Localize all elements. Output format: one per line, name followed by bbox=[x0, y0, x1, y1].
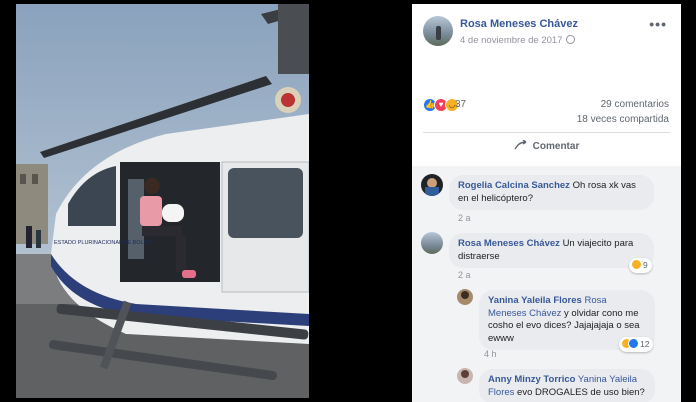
comment-button[interactable]: Comentar bbox=[412, 140, 681, 152]
like-icon bbox=[628, 338, 639, 349]
post-date-text[interactable]: 4 de noviembre de 2017 bbox=[460, 35, 562, 46]
comment-reactions[interactable]: 9 bbox=[629, 258, 652, 273]
comment-button-label: Comentar bbox=[532, 141, 580, 152]
comments-count[interactable]: 29 comentarios bbox=[601, 99, 669, 110]
comment-text: evo DROGALES de uso bien? bbox=[517, 386, 645, 398]
lightbox: ESTADO PLURINACIONAL DE BOLIVIA Rosa Men… bbox=[0, 0, 696, 402]
reactions-count[interactable]: 37 bbox=[455, 99, 466, 110]
comments-section: Rogelia Calcina Sanchez Oh rosa xk vas e… bbox=[412, 166, 681, 402]
haha-icon bbox=[631, 259, 642, 270]
comment-reactions[interactable]: 12 bbox=[619, 337, 654, 352]
post-photo[interactable]: ESTADO PLURINACIONAL DE BOLIVIA bbox=[16, 4, 309, 398]
comment-bubble: Rosa Meneses Chávez Un viajecito para di… bbox=[449, 233, 654, 268]
avatar[interactable] bbox=[421, 232, 443, 254]
author-avatar[interactable] bbox=[423, 16, 453, 46]
helicopter-photo: ESTADO PLURINACIONAL DE BOLIVIA bbox=[16, 4, 309, 398]
post-stats: 👍 ♥ ◡ 37 29 comentarios 18 veces compart… bbox=[412, 96, 681, 126]
comment-bubble: Anny Minzy Torrico Yanina Yaleila Flores… bbox=[479, 369, 655, 402]
comment-author[interactable]: Rosa Meneses Chávez bbox=[458, 238, 560, 249]
post-sidebar: Rosa Meneses Chávez 4 de noviembre de 20… bbox=[412, 4, 681, 402]
comment-author[interactable]: Anny Minzy Torrico bbox=[488, 374, 575, 385]
comment-bubble: Rogelia Calcina Sanchez Oh rosa xk vas e… bbox=[449, 175, 654, 210]
avatar[interactable] bbox=[421, 174, 443, 196]
comment-time[interactable]: 2 a bbox=[458, 270, 471, 280]
avatar[interactable] bbox=[457, 368, 473, 384]
comment-icon bbox=[514, 140, 527, 150]
author-name[interactable]: Rosa Meneses Chávez bbox=[460, 18, 578, 30]
reply: Yanina Yaleila Flores Rosa Meneses Cháve… bbox=[457, 289, 677, 359]
comment: Rogelia Calcina Sanchez Oh rosa xk vas e… bbox=[421, 174, 676, 224]
comment-time[interactable]: 4 h bbox=[484, 349, 497, 359]
shares-count[interactable]: 18 veces compartida bbox=[577, 114, 669, 125]
reply: Anny Minzy Torrico Yanina Yaleila Flores… bbox=[457, 368, 677, 402]
post-date[interactable]: 4 de noviembre de 2017 bbox=[460, 35, 576, 46]
comment-author[interactable]: Yanina Yaleila Flores bbox=[488, 295, 582, 306]
fuselage-text: ESTADO PLURINACIONAL DE BOLIVIA bbox=[54, 240, 154, 246]
comment-reaction-count: 12 bbox=[640, 339, 650, 349]
avatar[interactable] bbox=[457, 289, 473, 305]
comment-reaction-count: 9 bbox=[643, 260, 648, 270]
comment: Rosa Meneses Chávez Un viajecito para di… bbox=[421, 232, 676, 282]
post-header: Rosa Meneses Chávez 4 de noviembre de 20… bbox=[412, 4, 681, 62]
more-icon[interactable]: ••• bbox=[649, 16, 667, 32]
comment-time[interactable]: 2 a bbox=[458, 213, 471, 223]
globe-icon bbox=[566, 35, 576, 44]
divider bbox=[423, 132, 670, 133]
comment-author[interactable]: Rogelia Calcina Sanchez bbox=[458, 180, 570, 191]
